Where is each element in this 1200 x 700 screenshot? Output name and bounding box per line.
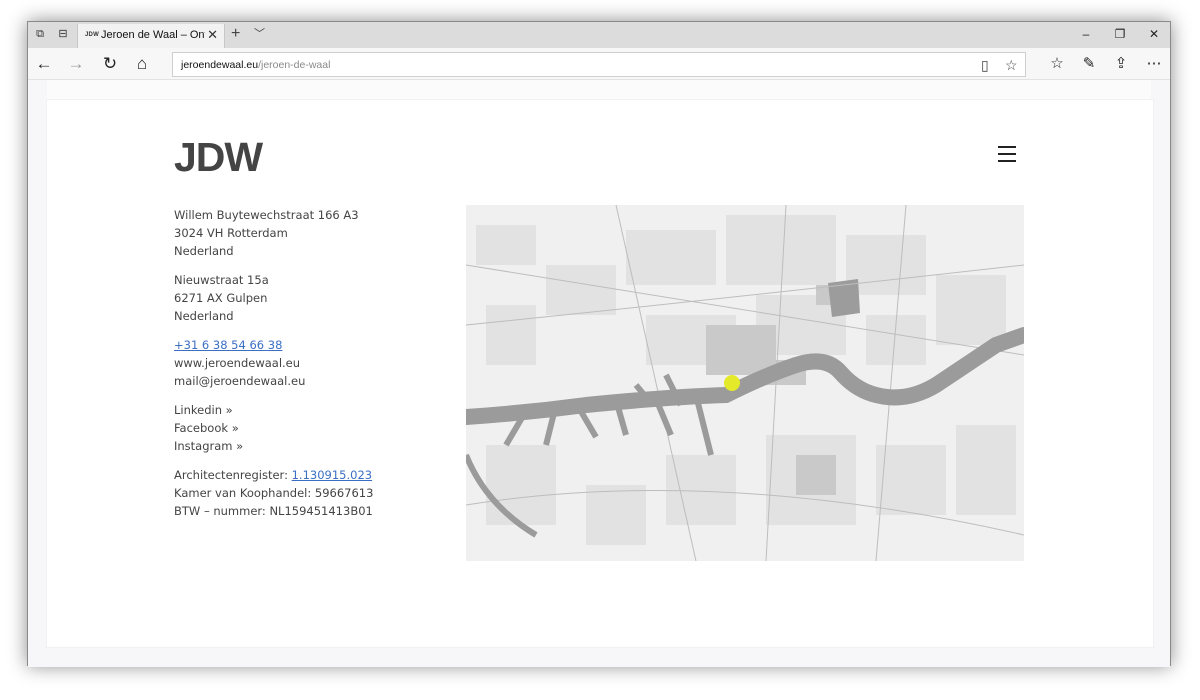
address-line: 3024 VH Rotterdam	[174, 226, 288, 240]
location-marker	[724, 375, 740, 391]
favorites-icon[interactable]: ☆	[1046, 53, 1068, 75]
more-icon[interactable]: ⋯	[1143, 53, 1165, 75]
map-graphic	[466, 205, 1024, 561]
phone-link[interactable]: +31 6 38 54 66 38	[174, 338, 282, 352]
tab-jeroen-de-waal[interactable]: JDW Jeroen de Waal – Ontwerp ✕	[77, 24, 225, 48]
url-path: /jeroen-de-waal	[258, 59, 331, 71]
star-icon[interactable]: ☆	[1005, 56, 1018, 74]
minimize-icon[interactable]: –	[1076, 26, 1096, 42]
address-gulpen: Nieuwstraat 15a 6271 AX Gulpen Nederland	[174, 271, 373, 325]
architect-number-link[interactable]: 1.130915.023	[292, 468, 372, 482]
restore-icon[interactable]: ❐	[1110, 26, 1130, 42]
plus-icon[interactable]: +	[231, 25, 240, 43]
browser-window: ⧉ ⊟ JDW Jeroen de Waal – Ontwerp ✕ + ﹀ –…	[27, 21, 1171, 667]
address-line: Nieuwstraat 15a	[174, 273, 269, 287]
tab-set-aside-icon[interactable]: ⧉	[33, 28, 47, 41]
url-text: jeroendewaal.eu/jeroen-de-waal	[181, 59, 330, 71]
linkedin-link[interactable]: Linkedin »	[174, 401, 373, 419]
address-line: Nederland	[174, 309, 234, 323]
contact-info: Willem Buytewechstraat 166 A3 3024 VH Ro…	[174, 206, 373, 531]
page-right-band	[1151, 80, 1170, 667]
address-line: 6271 AX Gulpen	[174, 291, 268, 305]
pen-icon[interactable]: ✎	[1078, 53, 1100, 75]
address-line: Nederland	[174, 244, 234, 258]
location-map[interactable]	[466, 205, 1024, 561]
forward-arrow-icon[interactable]: →	[65, 53, 87, 75]
kvk-text: Kamer van Koophandel: 59667613	[174, 486, 374, 500]
reading-view-icon[interactable]: ▯	[981, 56, 989, 74]
chevron-down-icon[interactable]: ﹀	[254, 27, 265, 41]
address-rotterdam: Willem Buytewechstraat 166 A3 3024 VH Ro…	[174, 206, 373, 260]
close-window-icon[interactable]: ✕	[1144, 26, 1164, 42]
url-host: jeroendewaal.eu	[181, 59, 259, 71]
page-content: JDW Willem Buytewechstraat 166 A3 3024 V…	[47, 100, 1153, 647]
website-text: www.jeroendewaal.eu	[174, 356, 301, 370]
refresh-icon[interactable]: ↻	[99, 53, 121, 75]
page-top-band	[28, 80, 1170, 100]
share-icon[interactable]: ⇪	[1110, 53, 1132, 75]
close-icon[interactable]: ✕	[207, 28, 218, 42]
page-viewport: JDW Willem Buytewechstraat 166 A3 3024 V…	[28, 80, 1170, 667]
architect-label: Architectenregister:	[174, 468, 292, 482]
tab-preview-icon[interactable]: ⊟	[56, 28, 70, 41]
title-bar: ⧉ ⊟ JDW Jeroen de Waal – Ontwerp ✕ + ﹀ –…	[28, 22, 1170, 48]
registry-block: Architectenregister: 1.130915.023 Kamer …	[174, 466, 373, 520]
email-text: mail@jeroendewaal.eu	[174, 374, 306, 388]
site-logo[interactable]: JDW	[174, 134, 263, 181]
menu-icon[interactable]	[998, 146, 1016, 162]
address-bar[interactable]: jeroendewaal.eu/jeroen-de-waal ▯ ☆	[172, 52, 1026, 77]
btw-text: BTW – nummer: NL159451413B01	[174, 504, 373, 518]
contact-block: +31 6 38 54 66 38 www.jeroendewaal.eu ma…	[174, 336, 373, 390]
tab-title: Jeroen de Waal – Ontwerp	[101, 29, 205, 41]
address-line: Willem Buytewechstraat 166 A3	[174, 208, 359, 222]
back-arrow-icon[interactable]: ←	[33, 53, 55, 75]
instagram-link[interactable]: Instagram »	[174, 437, 373, 455]
navigation-bar: ← → ↻ ⌂ jeroendewaal.eu/jeroen-de-waal ▯…	[28, 48, 1170, 80]
page-bottom-band	[28, 647, 1170, 667]
page-left-band	[28, 80, 47, 667]
favicon: JDW	[85, 32, 99, 38]
social-links: Linkedin » Facebook » Instagram »	[174, 401, 373, 455]
home-icon[interactable]: ⌂	[131, 53, 153, 75]
facebook-link[interactable]: Facebook »	[174, 419, 373, 437]
